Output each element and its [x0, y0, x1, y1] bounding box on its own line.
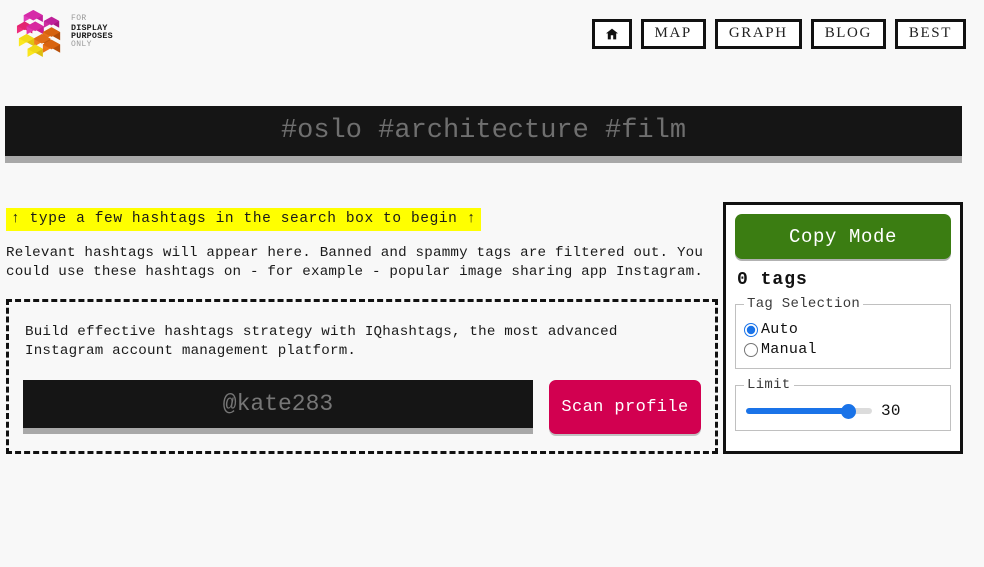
- home-icon: [605, 28, 618, 40]
- nav-home-button[interactable]: [591, 19, 632, 49]
- limit-legend: Limit: [747, 377, 791, 393]
- tag-selection-option-auto[interactable]: Auto: [744, 321, 942, 338]
- main-content: ↑ type a few hashtags in the search box …: [6, 208, 718, 454]
- main-navigation: MAP GRAPH BLOG BEST: [591, 19, 966, 49]
- nav-map-button[interactable]: MAP: [640, 19, 706, 49]
- hashtag-search-area: [5, 106, 962, 163]
- scan-profile-button[interactable]: Scan profile: [549, 380, 701, 434]
- promo-input-row: Scan profile: [23, 380, 701, 434]
- radio-manual[interactable]: [744, 342, 758, 357]
- radio-auto-label[interactable]: Auto: [761, 321, 798, 338]
- promo-text: Build effective hashtags strategy with I…: [25, 324, 618, 359]
- tag-selection-fieldset: Tag Selection Auto Manual: [735, 296, 951, 369]
- begin-hint-banner: ↑ type a few hashtags in the search box …: [6, 208, 482, 231]
- isometric-cubes-logo-icon: [16, 10, 61, 58]
- profile-input-wrap: [23, 380, 533, 434]
- nav-graph-button[interactable]: GRAPH: [714, 19, 802, 49]
- site-logo[interactable]: FOR DISPLAY PURPOSES ONLY: [16, 9, 113, 59]
- tag-selection-option-manual[interactable]: Manual: [744, 341, 942, 358]
- limit-row: 30: [744, 399, 942, 422]
- limit-fieldset: Limit 30: [735, 377, 951, 431]
- search-input[interactable]: [5, 106, 962, 156]
- radio-auto[interactable]: [744, 322, 758, 337]
- nav-blog-button[interactable]: BLOG: [810, 19, 886, 49]
- radio-manual-label[interactable]: Manual: [761, 341, 817, 358]
- tag-selection-legend: Tag Selection: [747, 296, 861, 312]
- logo-wordmark: FOR DISPLAY PURPOSES ONLY: [71, 14, 113, 49]
- tag-count-label: 0 tags: [737, 270, 808, 290]
- limit-value-label: 30: [881, 402, 901, 420]
- copy-mode-button[interactable]: Copy Mode: [735, 214, 951, 259]
- search-underbar: [5, 156, 962, 163]
- intro-blurb: Relevant hashtags will appear here. Bann…: [6, 245, 704, 280]
- logo-line-only: ONLY: [71, 39, 92, 49]
- nav-best-button[interactable]: BEST: [894, 19, 966, 49]
- profile-input-underbar: [23, 428, 533, 434]
- promo-box: Build effective hashtags strategy with I…: [6, 299, 718, 454]
- page-header: FOR DISPLAY PURPOSES ONLY MAP GRAPH BLOG…: [0, 0, 984, 72]
- profile-handle-input[interactable]: [23, 380, 533, 428]
- tag-control-panel: Copy Mode 0 tags Tag Selection Auto Manu…: [723, 202, 963, 454]
- limit-slider[interactable]: [746, 405, 872, 417]
